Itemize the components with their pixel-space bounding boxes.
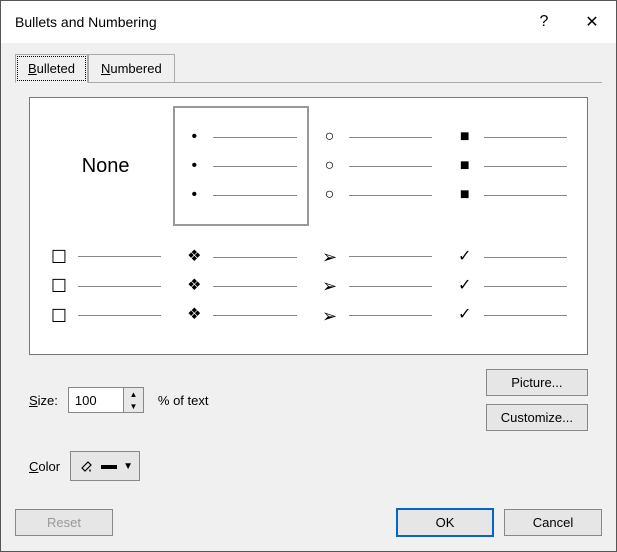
bullet-glyph-icon: ■ (456, 129, 474, 145)
size-suffix: % of text (158, 393, 209, 408)
bullet-glyph-icon: ➢ (321, 277, 339, 295)
customize-button[interactable]: Customize... (486, 404, 588, 431)
bullet-glyph-icon: ➢ (321, 307, 339, 325)
size-label: Size: (29, 393, 58, 408)
bullet-glyph-icon: ✓ (456, 307, 474, 323)
spin-up-icon[interactable]: ▲ (124, 388, 143, 400)
spin-down-icon[interactable]: ▼ (124, 400, 143, 412)
titlebar: Bullets and Numbering ? ✕ (1, 1, 616, 43)
bullet-glyph-icon: ■ (456, 187, 474, 203)
bullet-glyph-icon: ➢ (321, 248, 339, 266)
right-buttons: Picture... Customize... (486, 369, 588, 431)
dialog-footer: Reset OK Cancel (1, 508, 616, 551)
picture-button[interactable]: Picture... (486, 369, 588, 396)
color-button[interactable]: ▼ (70, 451, 140, 481)
bullet-glyph-icon: • (185, 158, 203, 174)
bullet-glyph-icon: ■ (456, 158, 474, 174)
tab-bulleted[interactable]: Bulleted (15, 54, 88, 83)
bullet-glyph-icon: ❖ (185, 249, 203, 265)
color-row: Color ▼ (29, 451, 588, 481)
bullet-diamond[interactable]: ❖ ❖ ❖ (173, 226, 308, 346)
bullet-glyph-icon: ❖ (185, 278, 203, 294)
bullet-circle[interactable]: ○ ○ ○ (309, 106, 444, 226)
bullet-grid-box: None • • • ○ ○ ○ ■ ■ ■ ☐ ☐ ☐ ❖ ❖ ❖ ➢ ➢ ➢ ✓ ✓ ✓ (29, 97, 588, 355)
bullet-square-sm[interactable]: ■ ■ ■ (444, 106, 579, 226)
help-button[interactable]: ? (520, 1, 568, 43)
bullet-arrow[interactable]: ➢ ➢ ➢ (309, 226, 444, 346)
tab-numbered[interactable]: Numbered (88, 54, 175, 83)
tabpanel-bulleted: None • • • ○ ○ ○ ■ ■ ■ ☐ ☐ ☐ ❖ ❖ ❖ ➢ ➢ ➢ ✓ ✓ ✓ Size: ▲ ▼ % of… (15, 82, 602, 508)
caret-down-icon: ▼ (123, 461, 133, 472)
bullet-glyph-icon: ❖ (185, 307, 203, 323)
bullet-glyph-icon: ○ (321, 187, 339, 203)
cancel-button[interactable]: Cancel (504, 509, 602, 536)
ok-button[interactable]: OK (396, 508, 494, 537)
bullet-square-lg[interactable]: ☐ ☐ ☐ (38, 226, 173, 346)
bullet-glyph-icon: ○ (321, 158, 339, 174)
bullet-none[interactable]: None (38, 106, 173, 226)
bullet-glyph-icon: ○ (321, 129, 339, 145)
dialog-title: Bullets and Numbering (15, 14, 520, 30)
controls-row: Size: ▲ ▼ % of text Picture... Customize… (29, 369, 588, 481)
size-spinner[interactable]: ▲ ▼ (68, 387, 144, 413)
bullet-glyph-icon: ☐ (50, 248, 68, 266)
bullet-glyph-icon: • (185, 187, 203, 203)
size-input[interactable] (69, 388, 123, 412)
bucket-icon (77, 457, 95, 475)
color-swatch (101, 465, 117, 469)
tabbar: Bulleted Numbered (1, 43, 616, 82)
bullets-dialog: Bullets and Numbering ? ✕ Bulleted Numbe… (0, 0, 617, 552)
bullet-glyph-icon: ☐ (50, 307, 68, 325)
bullet-grid: None • • • ○ ○ ○ ■ ■ ■ ☐ ☐ ☐ ❖ ❖ ❖ ➢ ➢ ➢ ✓ ✓ ✓ (38, 106, 579, 346)
color-label: Color (29, 459, 60, 474)
reset-button[interactable]: Reset (15, 509, 113, 536)
bullet-glyph-icon: ✓ (456, 249, 474, 265)
bullet-glyph-icon: ✓ (456, 278, 474, 294)
close-button[interactable]: ✕ (568, 1, 616, 43)
bullet-glyph-icon: ☐ (50, 277, 68, 295)
bullet-check[interactable]: ✓ ✓ ✓ (444, 226, 579, 346)
bullet-glyph-icon: • (185, 129, 203, 145)
bullet-disc[interactable]: • • • (173, 106, 308, 226)
